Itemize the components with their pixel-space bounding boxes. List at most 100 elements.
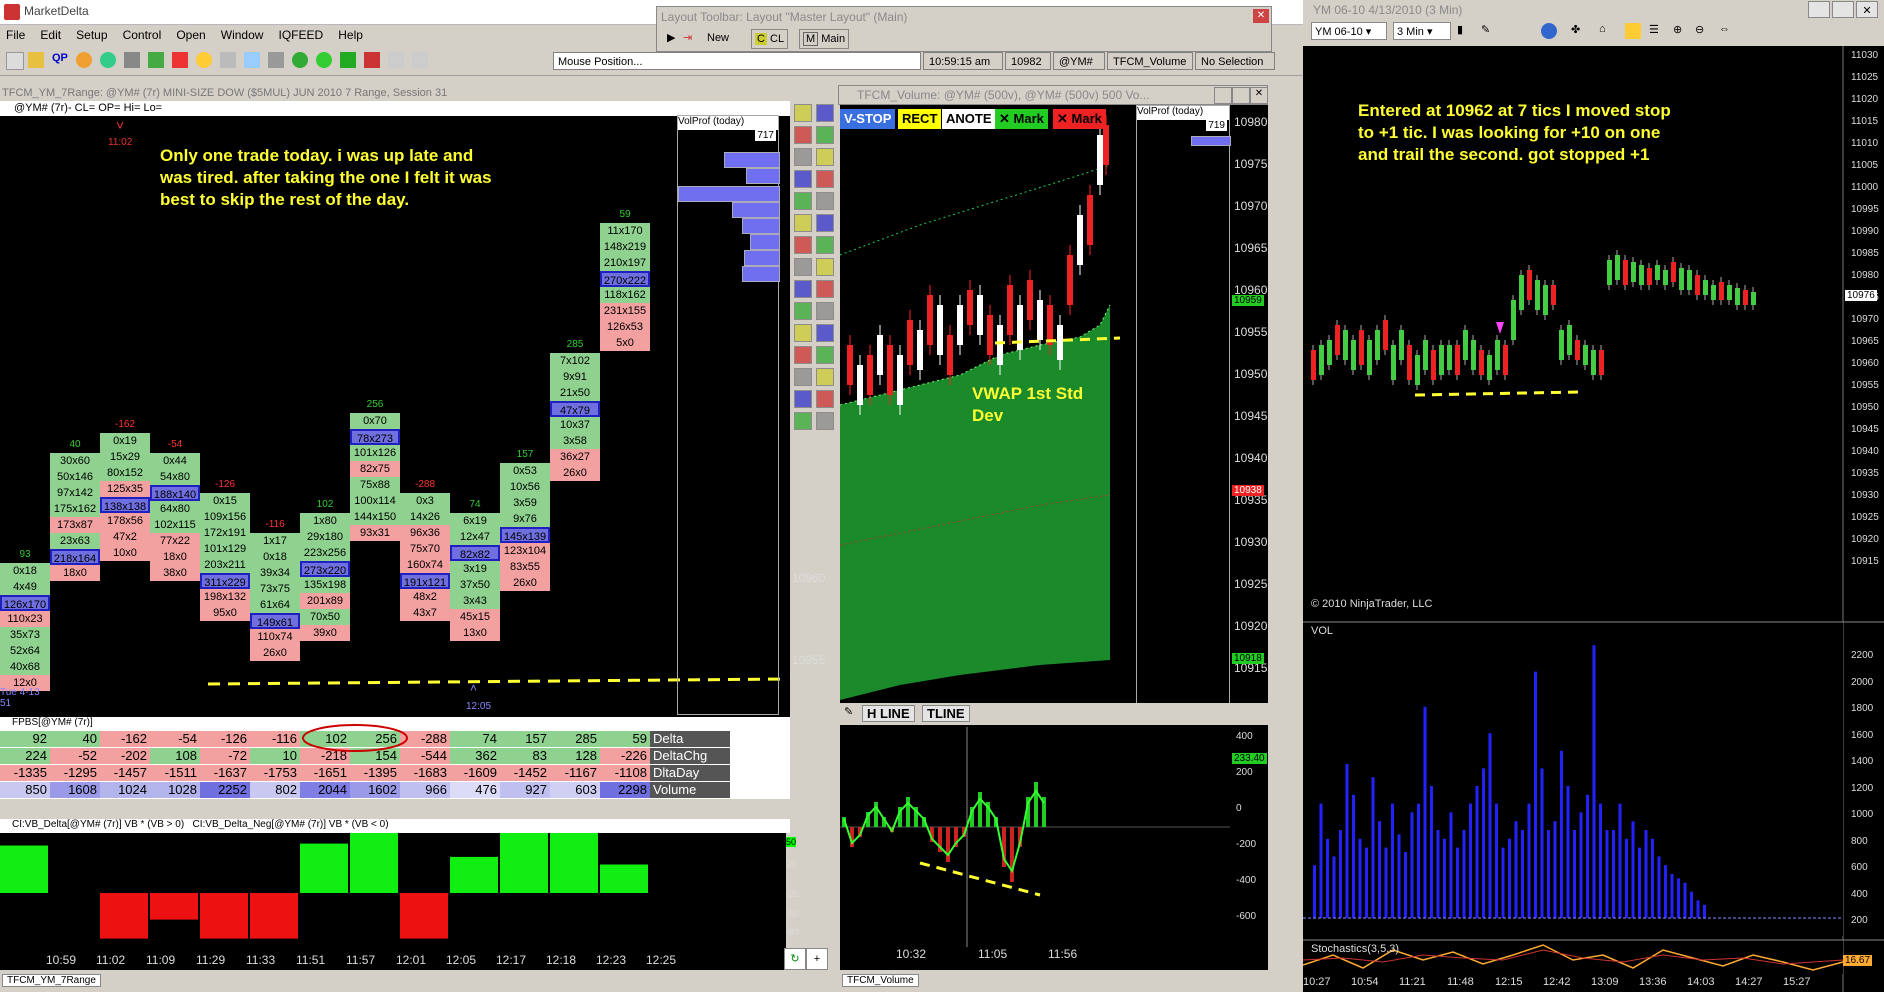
menu-help[interactable]: Help bbox=[332, 25, 369, 45]
anote-button[interactable]: ANOTE bbox=[942, 109, 996, 129]
search-icon[interactable] bbox=[76, 52, 92, 68]
refresh-icon[interactable]: ↻ bbox=[784, 948, 806, 970]
fib-icon bbox=[816, 258, 834, 276]
trash-icon[interactable] bbox=[340, 52, 356, 68]
add-icon[interactable]: + bbox=[806, 948, 828, 970]
maximize-icon[interactable] bbox=[1832, 1, 1854, 18]
maximize-icon[interactable] bbox=[1232, 87, 1250, 104]
ninja-copyright: © 2010 NinjaTrader, LLC bbox=[1311, 598, 1433, 610]
globe-icon[interactable] bbox=[1541, 23, 1557, 39]
menu-open[interactable]: Open bbox=[170, 25, 211, 45]
tline-button[interactable]: TLINE bbox=[922, 705, 970, 722]
delta-cell: 362 bbox=[450, 748, 500, 764]
interval-value: 3 Min bbox=[1397, 26, 1424, 38]
ninja-candle-body bbox=[1639, 265, 1644, 285]
ninja-candle-body bbox=[1383, 320, 1388, 350]
mid-volprof-box: VolProf (today) 719 bbox=[1136, 105, 1231, 725]
edit-icon[interactable] bbox=[364, 52, 380, 68]
mark-red-button[interactable]: ✕ Mark bbox=[1053, 109, 1106, 129]
mid-price-label: 10920 bbox=[1234, 619, 1268, 633]
zoom-in-icon[interactable]: ⊕ bbox=[1673, 23, 1689, 39]
menu-file[interactable]: File bbox=[0, 25, 31, 45]
ibm-icon[interactable] bbox=[148, 52, 164, 68]
rect-button[interactable]: RECT bbox=[898, 109, 942, 129]
grid-icon[interactable] bbox=[220, 52, 236, 68]
ninja-vol-axis-label: 600 bbox=[1851, 862, 1868, 873]
candle-body bbox=[997, 325, 1003, 365]
play-icon[interactable] bbox=[316, 52, 332, 68]
oscillator-bar bbox=[906, 797, 910, 827]
chart-icon[interactable] bbox=[124, 52, 140, 68]
ninja-candle-body bbox=[1727, 285, 1732, 300]
vstop-button[interactable]: V-STOP bbox=[840, 109, 896, 129]
minimize-icon[interactable] bbox=[1808, 1, 1830, 18]
ninja-candle-body bbox=[1319, 345, 1324, 375]
folder-icon[interactable] bbox=[28, 52, 44, 68]
draw-icon[interactable] bbox=[244, 52, 260, 68]
toolbar-icon-new[interactable] bbox=[6, 52, 24, 70]
ninja-candle-body bbox=[1367, 340, 1372, 375]
lightbulb-icon[interactable] bbox=[196, 52, 212, 68]
ninja-vol-axis-label: 200 bbox=[1851, 915, 1868, 926]
zoom-out-icon[interactable]: ⊖ bbox=[1695, 23, 1711, 39]
exit-icon[interactable]: ⇥ bbox=[683, 29, 692, 47]
tab-chart1[interactable]: TFCM_YM_7Range bbox=[2, 974, 101, 987]
strategy-icon[interactable]: ⌂ bbox=[1599, 23, 1615, 39]
qp-icon[interactable]: QP bbox=[52, 52, 68, 68]
mid-lower-label: 0 bbox=[1236, 803, 1242, 814]
footprint-chart[interactable]: @YM# (7r)- CL= OP= Hi= Lo= Only one trad… bbox=[0, 101, 825, 717]
menu-iqfeed[interactable]: IQFEED bbox=[273, 25, 330, 45]
ninja-stoch-value: 16.67 bbox=[1843, 955, 1873, 966]
candle-body bbox=[917, 330, 923, 370]
volprof-value: 717 bbox=[755, 130, 776, 141]
window-icon[interactable] bbox=[388, 52, 404, 68]
interval-select[interactable]: 3 Min ▾ bbox=[1393, 22, 1451, 40]
menu-window[interactable]: Window bbox=[215, 25, 270, 45]
indicator-icon[interactable]: ✤ bbox=[1571, 23, 1587, 39]
volume-bar bbox=[1326, 838, 1329, 918]
props-icon[interactable]: ☰ bbox=[1649, 23, 1665, 39]
menu-control[interactable]: Control bbox=[117, 25, 168, 45]
money-icon[interactable] bbox=[172, 52, 188, 68]
minimize-icon[interactable] bbox=[1214, 87, 1232, 104]
mark-green-button[interactable]: ✕ Mark bbox=[995, 109, 1048, 129]
hline-button[interactable]: H LINE bbox=[862, 705, 915, 722]
main-label: Main bbox=[821, 33, 846, 45]
mid-lower-tag: 233.40 bbox=[1232, 753, 1267, 764]
arrows-icon[interactable]: ⇔ bbox=[1719, 23, 1735, 39]
delta-cell: -202 bbox=[100, 748, 150, 764]
pencil-icon[interactable]: ✎ bbox=[844, 705, 860, 721]
close-icon[interactable]: ✕ bbox=[1253, 9, 1269, 23]
new-layout-button[interactable]: New bbox=[707, 29, 729, 47]
ninja-time-label: 12:42 bbox=[1543, 976, 1571, 988]
menu-edit[interactable]: Edit bbox=[34, 25, 67, 45]
close-icon[interactable]: ✕ bbox=[1856, 1, 1878, 18]
vwap-chart[interactable]: V-STOP RECT ANOTE ✕ Mark ✕ Mark VWAP 1st… bbox=[840, 105, 1270, 970]
print-icon[interactable] bbox=[268, 52, 284, 68]
ninjatrader-window[interactable]: Entered at 10962 at 7 tics I moved stop … bbox=[1303, 0, 1884, 992]
ninja-candle-body bbox=[1415, 355, 1420, 385]
delta-cell: 83 bbox=[500, 748, 550, 764]
ninja-price-label: 11030 bbox=[1851, 50, 1879, 61]
volume-bar bbox=[1482, 768, 1485, 918]
delta-row-label: DeltaChg bbox=[650, 748, 730, 764]
menu-setup[interactable]: Setup bbox=[70, 25, 113, 45]
delta-cell: -1108 bbox=[600, 765, 650, 781]
trade-icon[interactable] bbox=[1625, 23, 1641, 39]
volume-bar bbox=[1397, 834, 1401, 918]
highlight-ellipse-shape bbox=[302, 724, 408, 752]
price-label-10960: 10960 bbox=[792, 571, 826, 585]
close-icon[interactable]: ✕ bbox=[1250, 87, 1268, 104]
ninja-price-label: 10930 bbox=[1851, 490, 1879, 501]
tab-chart1-label: TFCM_YM_7Range bbox=[7, 975, 96, 986]
bars-icon[interactable]: ▮ bbox=[1457, 23, 1473, 39]
refresh-icon[interactable] bbox=[292, 52, 308, 68]
tab-volume[interactable]: TFCM_Volume bbox=[842, 974, 919, 987]
globe-icon[interactable] bbox=[100, 52, 116, 68]
play-icon[interactable]: ▶ bbox=[667, 29, 675, 47]
pencil-icon[interactable]: ✎ bbox=[1481, 23, 1497, 39]
main-button[interactable]: M Main bbox=[799, 29, 850, 49]
layout-icon[interactable] bbox=[412, 52, 428, 68]
instrument-select[interactable]: YM 06-10 ▾ bbox=[1311, 22, 1387, 40]
cl-button[interactable]: C CL bbox=[751, 29, 789, 49]
